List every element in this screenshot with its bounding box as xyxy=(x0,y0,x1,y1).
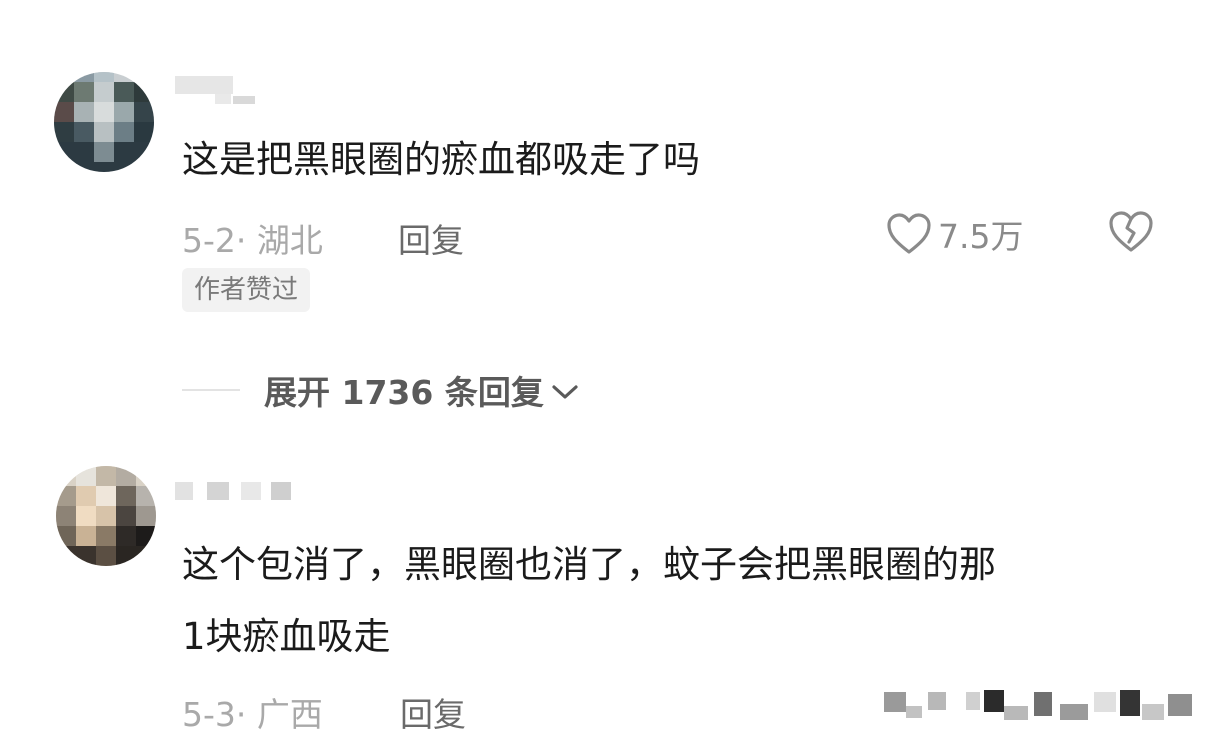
expand-replies-button[interactable]: 展开 1736 条回复 xyxy=(182,366,580,414)
comment-date-location: 5-2· 湖北 xyxy=(182,221,323,260)
broken-heart-icon xyxy=(1109,211,1153,252)
watermark-mosaic xyxy=(884,690,1196,730)
avatar[interactable] xyxy=(56,466,156,566)
like-count: 7.5万 xyxy=(938,217,1024,256)
avatar[interactable] xyxy=(54,72,154,172)
comment-text-line-1: 这个包消了，黑眼圈也消了，蚊子会把黑眼圈的那 xyxy=(182,543,996,586)
comment-date-location: 5-3· 广西 xyxy=(182,695,323,734)
username[interactable] xyxy=(175,482,295,508)
reply-button[interactable]: 回复 xyxy=(400,688,466,736)
reply-button[interactable]: 回复 xyxy=(398,214,464,262)
heart-outline-icon xyxy=(887,213,931,254)
dislike-button[interactable] xyxy=(1108,210,1154,258)
chevron-down-icon xyxy=(552,385,578,399)
comment-text-line-2: 1块瘀血吸走 xyxy=(182,615,391,658)
like-button[interactable]: 7.5万 xyxy=(886,210,1023,258)
divider xyxy=(182,389,240,391)
comment-text: 这是把黑眼圈的瘀血都吸走了吗 xyxy=(182,138,700,181)
expand-replies-label: 展开 1736 条回复 xyxy=(264,373,544,412)
author-liked-badge: 作者赞过 xyxy=(182,268,311,312)
username[interactable] xyxy=(175,76,255,104)
